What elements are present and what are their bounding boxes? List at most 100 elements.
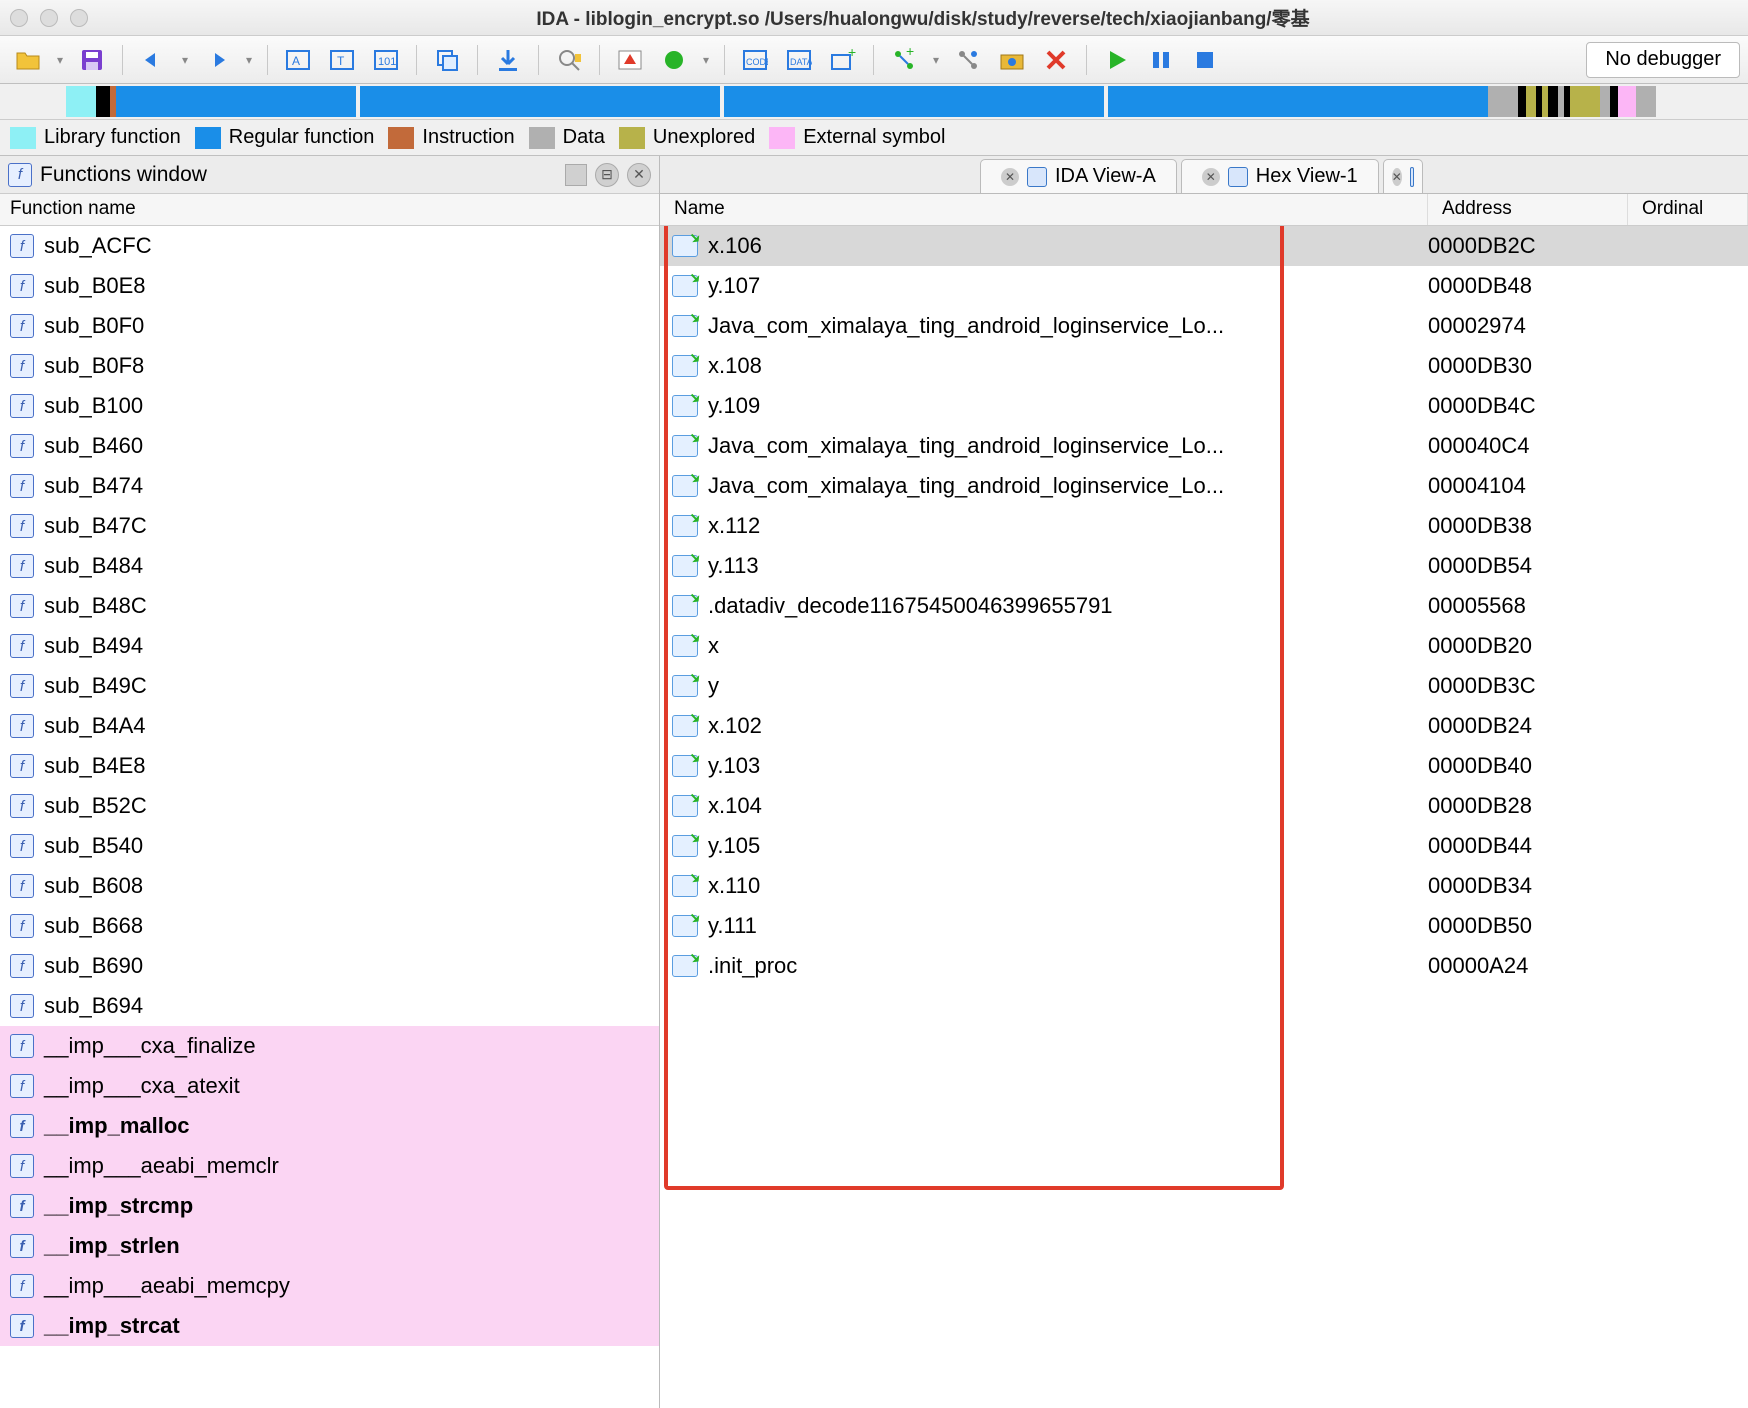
export-row[interactable]: x.1080000DB30: [660, 346, 1748, 386]
export-row[interactable]: x.1120000DB38: [660, 506, 1748, 546]
data-window-button[interactable]: DATA: [779, 42, 819, 78]
export-row[interactable]: y.1130000DB54: [660, 546, 1748, 586]
breakpoint-dropdown-icon[interactable]: ▾: [698, 53, 714, 67]
function-row[interactable]: fsub_B668: [0, 906, 659, 946]
function-row[interactable]: fsub_B474: [0, 466, 659, 506]
nav-segment[interactable]: [1618, 86, 1636, 117]
functions-column-header[interactable]: Function name: [0, 194, 659, 226]
pause-button[interactable]: [1141, 42, 1181, 78]
run-button[interactable]: [1097, 42, 1137, 78]
segment-a-button[interactable]: A: [278, 42, 318, 78]
nav-segment[interactable]: [1570, 86, 1600, 117]
snapshot-button[interactable]: [992, 42, 1032, 78]
function-row[interactable]: fsub_B52C: [0, 786, 659, 826]
download-button[interactable]: [488, 42, 528, 78]
function-row[interactable]: f__imp_strcmp: [0, 1186, 659, 1226]
function-row[interactable]: fsub_B100: [0, 386, 659, 426]
close-tab-icon[interactable]: ✕: [1392, 168, 1402, 186]
export-row[interactable]: y.1070000DB48: [660, 266, 1748, 306]
xref-from-button[interactable]: [948, 42, 988, 78]
tab-ida-view-a[interactable]: ✕ IDA View-A: [980, 159, 1177, 193]
nav-segment[interactable]: [1526, 86, 1536, 117]
nav-segment[interactable]: [1548, 86, 1558, 117]
error-list-button[interactable]: [610, 42, 650, 78]
close-window-icon[interactable]: [10, 9, 28, 27]
breakpoint-button[interactable]: [654, 42, 694, 78]
nav-segment[interactable]: [96, 86, 110, 117]
export-row[interactable]: Java_com_ximalaya_ting_android_loginserv…: [660, 466, 1748, 506]
xref-to-button[interactable]: +: [884, 42, 924, 78]
hex-view-button[interactable]: 101: [366, 42, 406, 78]
function-row[interactable]: f__imp___cxa_atexit: [0, 1066, 659, 1106]
minimize-window-icon[interactable]: [40, 9, 58, 27]
export-row[interactable]: x.1020000DB24: [660, 706, 1748, 746]
function-row[interactable]: fsub_B0E8: [0, 266, 659, 306]
export-row[interactable]: x.1100000DB34: [660, 866, 1748, 906]
zoom-window-icon[interactable]: [70, 9, 88, 27]
export-row[interactable]: y.1030000DB40: [660, 746, 1748, 786]
nav-segment[interactable]: [6, 86, 66, 117]
search-button[interactable]: [549, 42, 589, 78]
col-address[interactable]: Address: [1428, 194, 1628, 225]
export-row[interactable]: Java_com_ximalaya_ting_android_loginserv…: [660, 426, 1748, 466]
nav-segment[interactable]: [1610, 86, 1618, 117]
forward-button[interactable]: [197, 42, 237, 78]
function-row[interactable]: fsub_B0F0: [0, 306, 659, 346]
export-row[interactable]: x.1040000DB28: [660, 786, 1748, 826]
back-button[interactable]: [133, 42, 173, 78]
col-ordinal[interactable]: Ordinal: [1628, 194, 1748, 225]
navigation-band[interactable]: [0, 84, 1748, 120]
col-name[interactable]: Name: [660, 194, 1428, 225]
function-row[interactable]: fsub_B48C: [0, 586, 659, 626]
back-dropdown-icon[interactable]: ▾: [177, 53, 193, 67]
tab-hex-view-1[interactable]: ✕ Hex View-1: [1181, 159, 1379, 193]
close-panel-icon[interactable]: ✕: [627, 163, 651, 187]
functions-list[interactable]: fsub_ACFCfsub_B0E8fsub_B0F0fsub_B0F8fsub…: [0, 226, 659, 1408]
panel-menu-icon[interactable]: ⊟: [595, 163, 619, 187]
nav-segment[interactable]: [66, 86, 96, 117]
function-row[interactable]: fsub_B49C: [0, 666, 659, 706]
function-row[interactable]: fsub_B694: [0, 986, 659, 1026]
open-dropdown-icon[interactable]: ▾: [52, 53, 68, 67]
function-row[interactable]: fsub_B4E8: [0, 746, 659, 786]
function-row[interactable]: fsub_B608: [0, 866, 659, 906]
function-row[interactable]: fsub_B484: [0, 546, 659, 586]
export-row[interactable]: Java_com_ximalaya_ting_android_loginserv…: [660, 306, 1748, 346]
text-view-button[interactable]: T: [322, 42, 362, 78]
export-row[interactable]: y0000DB3C: [660, 666, 1748, 706]
export-row[interactable]: y.1090000DB4C: [660, 386, 1748, 426]
nav-segment[interactable]: [724, 86, 1104, 117]
save-button[interactable]: [72, 42, 112, 78]
export-row[interactable]: .init_proc00000A24: [660, 946, 1748, 986]
function-row[interactable]: fsub_B494: [0, 626, 659, 666]
function-row[interactable]: fsub_ACFC: [0, 226, 659, 266]
export-row[interactable]: .datadiv_decode1167545004639965579100005…: [660, 586, 1748, 626]
function-row[interactable]: fsub_B4A4: [0, 706, 659, 746]
function-row[interactable]: f__imp_strcat: [0, 1306, 659, 1346]
nav-segment[interactable]: [1636, 86, 1656, 117]
code-window-button[interactable]: CODE: [735, 42, 775, 78]
nav-segment[interactable]: [1600, 86, 1610, 117]
nav-segment[interactable]: [360, 86, 720, 117]
function-row[interactable]: fsub_B47C: [0, 506, 659, 546]
open-file-button[interactable]: [8, 42, 48, 78]
exports-list[interactable]: x.1060000DB2Cy.1070000DB48Java_com_ximal…: [660, 226, 1748, 1408]
export-row[interactable]: y.1110000DB50: [660, 906, 1748, 946]
function-row[interactable]: fsub_B690: [0, 946, 659, 986]
nav-segment[interactable]: [1108, 86, 1488, 117]
stop-button[interactable]: [1185, 42, 1225, 78]
export-row[interactable]: x0000DB20: [660, 626, 1748, 666]
detach-panel-icon[interactable]: [565, 164, 587, 186]
function-row[interactable]: fsub_B460: [0, 426, 659, 466]
xref-dropdown-icon[interactable]: ▾: [928, 53, 944, 67]
close-tab-icon[interactable]: ✕: [1001, 168, 1019, 186]
close-tab-icon[interactable]: ✕: [1202, 168, 1220, 186]
forward-dropdown-icon[interactable]: ▾: [241, 53, 257, 67]
delete-button[interactable]: [1036, 42, 1076, 78]
function-row[interactable]: f__imp___aeabi_memcpy: [0, 1266, 659, 1306]
function-row[interactable]: f__imp_malloc: [0, 1106, 659, 1146]
nav-segment[interactable]: [1488, 86, 1518, 117]
function-row[interactable]: f__imp_strlen: [0, 1226, 659, 1266]
debugger-select[interactable]: No debugger: [1586, 42, 1740, 78]
function-row[interactable]: f__imp___cxa_finalize: [0, 1026, 659, 1066]
